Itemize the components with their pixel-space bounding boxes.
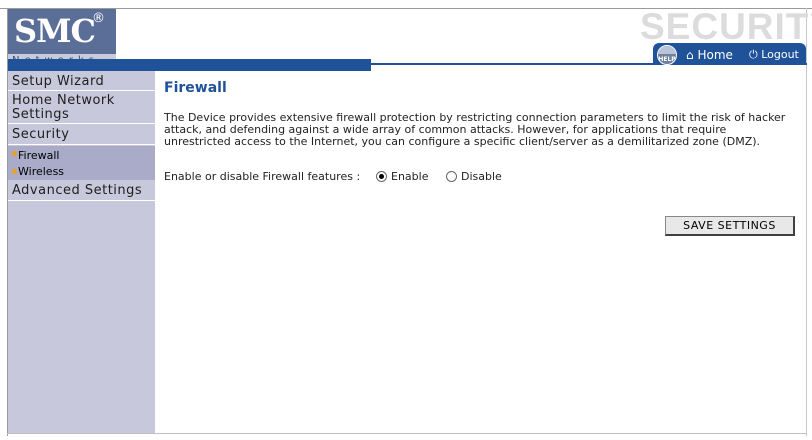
- disable-radio[interactable]: [445, 171, 457, 182]
- frame-right-border: [806, 8, 807, 436]
- logo-registered-mark: ®: [92, 11, 105, 26]
- bullet-icon: [12, 151, 17, 156]
- page-description: The Device provides extensive firewall p…: [164, 111, 786, 148]
- sidebar-item-advanced-settings[interactable]: Advanced Settings: [8, 182, 155, 201]
- sidebar-subitem-label: Wireless: [18, 165, 65, 178]
- logo-text: SMC: [14, 12, 96, 50]
- header-blue-bar: [8, 59, 371, 71]
- home-label: Home: [697, 48, 733, 62]
- help-icon[interactable]: HELP: [657, 45, 677, 65]
- home-link[interactable]: ⌂ Home: [686, 47, 733, 63]
- sidebar-subitem-label: Firewall: [18, 149, 60, 162]
- frame-bottom-border: [7, 433, 807, 434]
- firewall-feature-label: Enable or disable Firewall features :: [164, 170, 361, 183]
- smc-logo: SMC ® Networks: [8, 9, 116, 68]
- sidebar-item-setup-wizard[interactable]: Setup Wizard: [8, 73, 155, 91]
- save-settings-button[interactable]: SAVE SETTINGS: [665, 216, 795, 236]
- page-title: Firewall: [164, 80, 227, 96]
- home-icon: ⌂: [686, 48, 694, 62]
- sidebar-subitem-wireless[interactable]: Wireless: [8, 165, 155, 180]
- help-label: HELP: [658, 56, 676, 63]
- enable-radio[interactable]: [376, 171, 387, 182]
- bullet-icon: [12, 169, 17, 174]
- sidebar-item-home-network-settings[interactable]: Home Network Settings: [8, 92, 155, 124]
- firewall-radio-group: Enable Disable: [376, 170, 516, 183]
- sidebar-subitem-firewall[interactable]: Firewall: [8, 146, 155, 165]
- sidebar-item-security[interactable]: Security: [8, 125, 155, 145]
- logout-icon: ⏻: [749, 48, 758, 61]
- enable-radio-label[interactable]: Enable: [391, 170, 428, 183]
- section-title: SECURITY: [640, 6, 812, 47]
- logout-label: Logout: [761, 48, 799, 61]
- logout-link[interactable]: ⏻ Logout: [749, 47, 799, 63]
- sidebar: Setup Wizard Home Network Settings Secur…: [8, 71, 155, 433]
- disable-radio-label[interactable]: Disable: [461, 170, 502, 183]
